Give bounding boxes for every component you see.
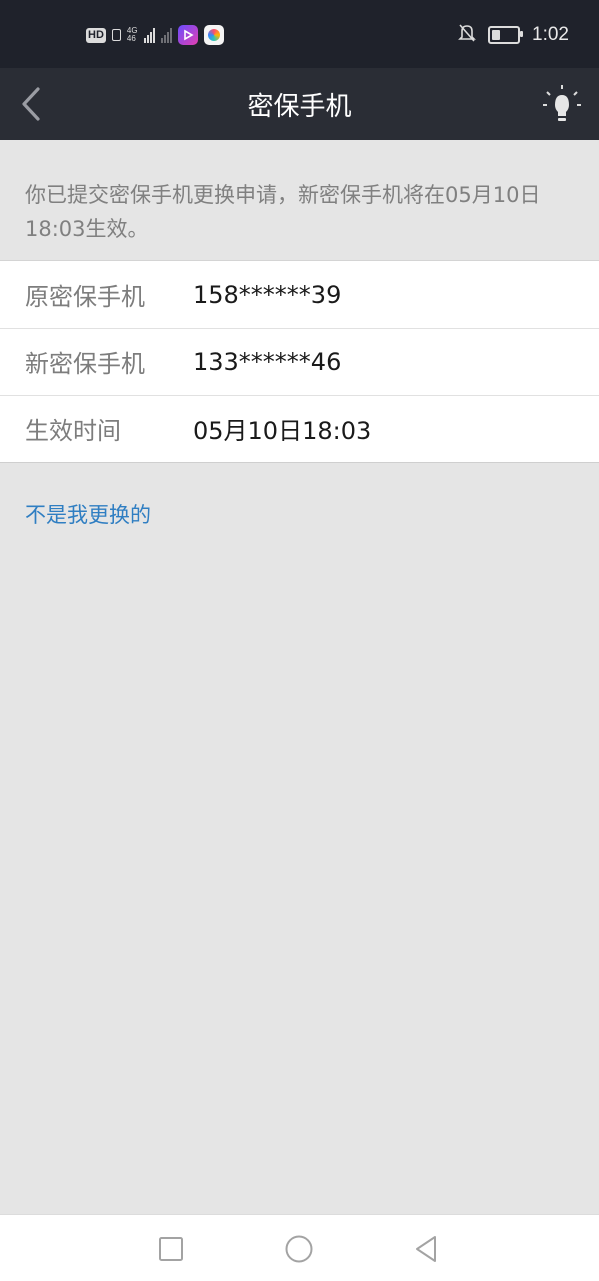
system-back-button[interactable]	[406, 1229, 446, 1269]
app-header: 密保手机	[0, 68, 599, 140]
system-nav-bar	[0, 1214, 599, 1281]
row-old-phone: 原密保手机 158******39	[0, 261, 599, 328]
status-icons-right: 1:02	[458, 20, 569, 50]
tips-button[interactable]	[537, 78, 587, 130]
phone-info-card: 原密保手机 158******39 新密保手机 133******46 生效时间…	[0, 260, 599, 463]
network-type: 4G 46	[127, 27, 138, 43]
sim-icon	[111, 29, 121, 41]
hd-icon: HD	[86, 27, 106, 43]
change-request-notice: 你已提交密保手机更换申请，新密保手机将在05月10日18:03生效。	[25, 183, 541, 241]
row-value: 158******39	[193, 280, 342, 309]
status-icons-left: HD 4G 46	[86, 22, 224, 48]
row-label: 新密保手机	[25, 350, 145, 378]
photo-app-icon	[203, 25, 224, 45]
recent-apps-button[interactable]	[151, 1229, 191, 1269]
bell-off-icon	[458, 23, 476, 47]
page-title: 密保手机	[247, 91, 352, 122]
signal-icon	[143, 27, 155, 43]
signal-off-icon	[160, 27, 172, 43]
home-icon	[285, 1235, 313, 1263]
status-time: 1:02	[532, 24, 569, 45]
lightbulb-icon	[543, 85, 581, 121]
row-value: 133******46	[193, 347, 342, 376]
recent-apps-icon	[159, 1237, 183, 1261]
battery-icon	[488, 26, 524, 44]
not-me-link[interactable]: 不是我更换的	[25, 500, 151, 530]
network-sub-label: 46	[126, 34, 136, 43]
status-bar: HD 4G 46 1:02	[0, 0, 599, 68]
row-value: 05月10日18:03	[193, 417, 372, 445]
row-label: 生效时间	[25, 417, 121, 445]
row-label: 原密保手机	[25, 283, 145, 311]
row-effective-time: 生效时间 05月10日18:03	[0, 395, 599, 462]
back-triangle-icon	[416, 1236, 436, 1262]
video-app-icon	[177, 25, 198, 45]
row-new-phone: 新密保手机 133******46	[0, 328, 599, 395]
home-button[interactable]	[279, 1229, 319, 1269]
